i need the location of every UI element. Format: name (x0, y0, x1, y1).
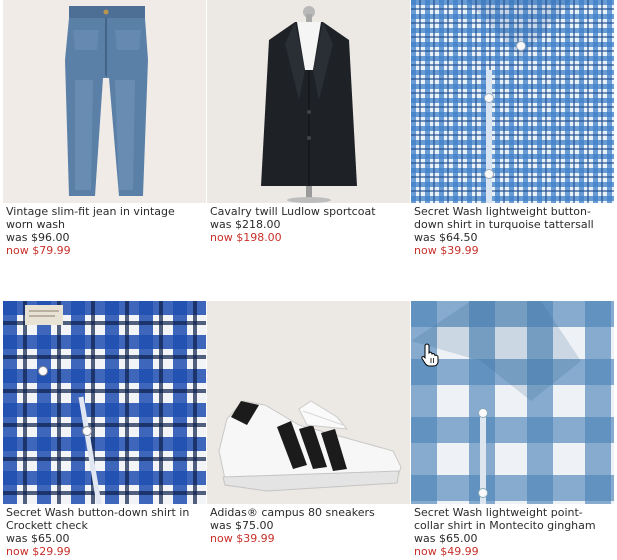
was-price: was $75.00 (210, 519, 274, 532)
product-name-line[interactable]: Crockett check (6, 519, 204, 532)
product-name-line[interactable]: collar shirt in Montecito gingham (414, 519, 612, 532)
product-grid: Vintage slim-fit jean in vintage worn wa… (3, 0, 615, 560)
product-name-line[interactable]: worn wash (6, 218, 204, 231)
product-name-line[interactable]: Cavalry twill Ludlow sportcoat (210, 205, 408, 218)
product-name[interactable]: Secret Wash lightweight point- collar sh… (414, 506, 612, 532)
product-name-line[interactable]: Vintage slim-fit jean in vintage (6, 205, 204, 218)
product-info: Secret Wash lightweight point- collar sh… (414, 506, 612, 558)
was-price: was $65.00 (6, 532, 70, 545)
product-name[interactable]: Secret Wash button-down shirt in Crocket… (6, 506, 204, 532)
was-price: was $65.00 (414, 532, 478, 545)
now-price: now $198.00 (210, 231, 282, 244)
sportcoat-image[interactable] (207, 0, 410, 203)
sneakers-image[interactable] (207, 301, 410, 504)
product-name-line[interactable]: down shirt in turquoise tattersall (414, 218, 612, 231)
product-name-line[interactable]: Secret Wash button-down shirt in (6, 506, 204, 519)
now-price: now $49.99 (414, 545, 479, 558)
now-price: now $39.99 (210, 532, 275, 545)
gingham-shirt-image[interactable] (411, 301, 614, 504)
jeans-image[interactable] (3, 0, 206, 203)
was-price: was $96.00 (6, 231, 70, 244)
product-name[interactable]: Vintage slim-fit jean in vintage worn wa… (6, 205, 204, 231)
crockett-check-shirt-image[interactable] (3, 301, 206, 504)
now-price: now $79.99 (6, 244, 71, 257)
product-info: Adidas® campus 80 sneakers was $75.00 no… (210, 506, 408, 545)
now-price: now $29.99 (6, 545, 71, 558)
product-name[interactable]: Adidas® campus 80 sneakers (210, 506, 408, 519)
product-name-line[interactable]: Secret Wash lightweight point- (414, 506, 612, 519)
product-name[interactable]: Secret Wash lightweight button- down shi… (414, 205, 612, 231)
was-price: was $64.50 (414, 231, 478, 244)
product-name-line[interactable]: Adidas® campus 80 sneakers (210, 506, 408, 519)
product-info: Cavalry twill Ludlow sportcoat was $218.… (210, 205, 408, 244)
product-info: Vintage slim-fit jean in vintage worn wa… (6, 205, 204, 257)
product-info: Secret Wash lightweight button- down shi… (414, 205, 612, 257)
was-price: was $218.00 (210, 218, 281, 231)
tattersall-shirt-image[interactable] (411, 0, 614, 203)
product-name[interactable]: Cavalry twill Ludlow sportcoat (210, 205, 408, 218)
now-price: now $39.99 (414, 244, 479, 257)
product-name-line[interactable]: Secret Wash lightweight button- (414, 205, 612, 218)
product-info: Secret Wash button-down shirt in Crocket… (6, 506, 204, 558)
